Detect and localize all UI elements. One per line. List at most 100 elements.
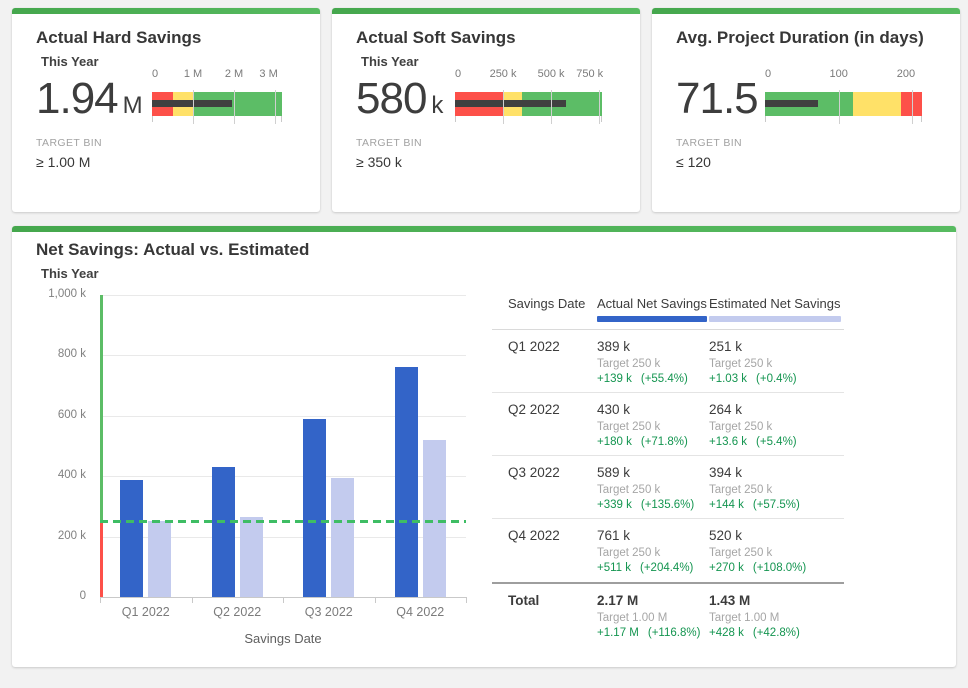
variance-percent: (+71.8%) [641, 436, 688, 448]
actual-cell: 389 kTarget 250 k+139 k(+55.4%) [597, 339, 709, 392]
y-axis-tick-label: 1,000 k [12, 288, 86, 300]
column-header-savings-date: Savings Date [492, 296, 597, 322]
bullet-band [853, 92, 901, 116]
y-axis-tick-label: 0 [12, 590, 86, 602]
bullet-axis-tick-label: 1 M [184, 68, 202, 80]
bullet-axis-tick-label: 2 M [225, 68, 243, 80]
table-row-q4-2022[interactable]: Q4 2022761 kTarget 250 k+511 k(+204.4%)5… [492, 519, 844, 582]
bullet-axis-tick-label: 100 [830, 68, 848, 80]
bullet-tick-line [921, 116, 922, 122]
variance-amount: +180 k [597, 436, 632, 448]
card-accent-bar [12, 8, 320, 14]
bar-actual-net-savings-q4-2022[interactable] [395, 367, 418, 597]
bullet-measure-bar [455, 100, 566, 107]
bullet-axis-tick-label: 0 [765, 68, 771, 80]
y-axis-below-target [100, 522, 103, 598]
x-axis-title: Savings Date [100, 631, 466, 646]
estimated-cell: 1.43 MTarget 1.00 M+428 k(+42.8%) [709, 593, 844, 660]
bar-actual-net-savings-q1-2022[interactable] [120, 480, 143, 597]
date-cell: Q1 2022 [492, 339, 597, 392]
y-axis-tick-label: 600 k [12, 409, 86, 421]
cell-value: 389 k [597, 339, 709, 354]
variance-amount: +339 k [597, 499, 632, 511]
cell-variance: +1.03 k(+0.4%) [709, 373, 844, 385]
bar-actual-net-savings-q2-2022[interactable] [212, 467, 235, 597]
variance-percent: (+116.8%) [648, 627, 701, 639]
kpi-value-unit: k [431, 92, 443, 120]
cell-value: 520 k [709, 528, 844, 543]
cell-target: Target 1.00 M [709, 612, 844, 624]
kpi-card-avg-project-duration: Avg. Project Duration (in days) 71.5 010… [652, 8, 960, 212]
variance-percent: (+204.4%) [640, 562, 693, 574]
cell-target: Target 250 k [597, 421, 709, 433]
x-axis-tick [466, 597, 467, 603]
bullet-axis-tick-label: 750 k [576, 68, 603, 80]
bullet-axis-tick-label: 0 [455, 68, 461, 80]
cell-target: Target 1.00 M [597, 612, 709, 624]
estimated-cell: 251 kTarget 250 k+1.03 k(+0.4%) [709, 339, 844, 392]
bullet-axis-tick-label: 250 k [490, 68, 517, 80]
target-bin-label: TARGET BIN [676, 137, 742, 149]
legend-swatch-actual [597, 316, 707, 322]
bullet-band-bar [152, 92, 282, 116]
bar-estimated-net-savings-q2-2022[interactable] [240, 517, 263, 597]
bullet-chart-project-duration[interactable]: 0100200 [765, 68, 922, 130]
y-axis-tick-label: 800 k [12, 348, 86, 360]
bar-estimated-net-savings-q4-2022[interactable] [423, 440, 446, 597]
cell-target: Target 250 k [709, 547, 844, 559]
table-row-total[interactable]: Total2.17 MTarget 1.00 M+1.17 M(+116.8%)… [492, 582, 844, 660]
y-axis-above-target [100, 295, 103, 522]
bar-group-q4-2022 [375, 295, 467, 597]
table-row-q3-2022[interactable]: Q3 2022589 kTarget 250 k+339 k(+135.6%)3… [492, 456, 844, 519]
variance-amount: +13.6 k [709, 436, 747, 448]
x-axis-category-label: Q2 2022 [192, 605, 284, 619]
bullet-axis-labels: 01 M2 M3 M [152, 68, 282, 81]
column-header-text: Savings Date [508, 296, 585, 311]
variance-percent: (+57.5%) [753, 499, 800, 511]
estimated-cell: 394 kTarget 250 k+144 k(+57.5%) [709, 465, 844, 518]
table-row-q2-2022[interactable]: Q2 2022430 kTarget 250 k+180 k(+71.8%)26… [492, 393, 844, 456]
target-bin-value: ≥ 1.00 M [36, 154, 90, 170]
net-savings-card: Net Savings: Actual vs. Estimated This Y… [12, 226, 956, 667]
variance-amount: +428 k [709, 627, 744, 639]
variance-amount: +139 k [597, 373, 632, 385]
bullet-tick-line [551, 90, 552, 124]
bullet-chart-soft-savings[interactable]: 0250 k500 k750 k [455, 68, 602, 130]
bar-estimated-net-savings-q3-2022[interactable] [331, 478, 354, 597]
y-axis-tick-label: 400 k [12, 469, 86, 481]
variance-percent: (+135.6%) [641, 499, 694, 511]
bullet-tick-line [193, 90, 194, 124]
cell-variance: +180 k (+71.8%) [597, 436, 709, 448]
bullet-tick-line [281, 116, 282, 122]
bullet-tick-line [455, 116, 456, 122]
date-cell: Q4 2022 [492, 528, 597, 582]
cell-value: 430 k [597, 402, 709, 417]
bar-group-q2-2022 [192, 295, 284, 597]
actual-cell: 589 kTarget 250 k+339 k(+135.6%) [597, 465, 709, 518]
x-axis-tick [375, 597, 376, 603]
cell-target: Target 250 k [709, 421, 844, 433]
kpi-value: 71.5 [676, 74, 763, 124]
target-bin-label: TARGET BIN [36, 137, 102, 149]
cell-value: 2.17 M [597, 593, 709, 608]
target-bin-value: ≤ 120 [676, 154, 711, 170]
cell-value: 394 k [709, 465, 844, 480]
bullet-chart-hard-savings[interactable]: 01 M2 M3 M [152, 68, 282, 130]
variance-percent: (+55.4%) [641, 373, 688, 385]
bar-actual-net-savings-q3-2022[interactable] [303, 419, 326, 597]
kpi-value: 1.94 M [36, 74, 143, 124]
bullet-axis-labels: 0100200 [765, 68, 922, 81]
column-header-actual: Actual Net Savings [597, 296, 709, 322]
bar-chart: Savings Date 0200 k400 k600 k800 k1,000 … [12, 282, 490, 667]
bullet-axis-labels: 0250 k500 k750 k [455, 68, 602, 81]
variance-percent: (+0.4%) [756, 373, 797, 385]
table-row-q1-2022[interactable]: Q1 2022389 kTarget 250 k+139 k(+55.4%)25… [492, 330, 844, 393]
variance-percent: (+42.8%) [753, 627, 800, 639]
bar-estimated-net-savings-q1-2022[interactable] [148, 521, 171, 597]
chart-title: Net Savings: Actual vs. Estimated [36, 240, 309, 260]
cell-variance: +1.17 M (+116.8%) [597, 627, 709, 639]
kpi-value: 580 k [356, 74, 443, 124]
variance-amount: +1.17 M [597, 627, 639, 639]
bullet-tick-line [152, 116, 153, 122]
x-axis-tick [100, 597, 101, 603]
